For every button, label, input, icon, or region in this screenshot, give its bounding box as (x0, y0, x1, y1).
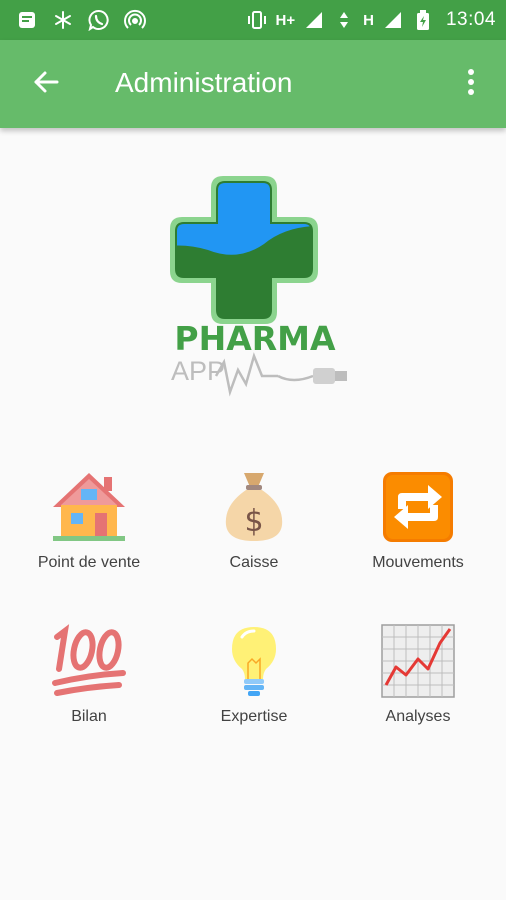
bilan-label: Bilan (71, 708, 107, 725)
light-bulb-icon (215, 622, 293, 700)
analyses-label: Analyses (385, 708, 451, 725)
snowflake-icon (52, 9, 74, 31)
point-de-vente-button[interactable]: Point de vente (5, 468, 173, 588)
logo-brand-text: PHARMA (174, 319, 336, 358)
message-icon (16, 9, 38, 31)
money-bag-icon: $ (215, 468, 293, 546)
more-vert-icon (467, 68, 475, 101)
mouvements-button[interactable]: Mouvements (334, 468, 502, 588)
battery-icon (412, 9, 434, 31)
app-bar: Administration (0, 40, 506, 128)
vibrate-icon (246, 9, 268, 31)
arrow-left-icon (32, 68, 60, 101)
expertise-button[interactable]: Expertise (170, 622, 338, 742)
overflow-menu-button[interactable] (454, 62, 488, 106)
clock: 13:04 (445, 9, 496, 30)
repeat-icon (379, 468, 457, 546)
signal-icon (303, 9, 325, 31)
signal-icon (382, 9, 404, 31)
page-title: Administration (115, 67, 293, 98)
network-type-1: H+ (275, 11, 296, 29)
hundred-points-icon (50, 622, 128, 700)
status-bar: H+ H 13:04 (0, 0, 506, 40)
whatsapp-icon (88, 9, 110, 31)
pharma-app-logo: PHARMA APP (168, 170, 358, 405)
analyses-button[interactable]: Analyses (334, 622, 502, 742)
caisse-button[interactable]: $ Caisse (170, 468, 338, 588)
network-type-2: H (363, 11, 374, 29)
house-icon (50, 468, 128, 546)
expertise-label: Expertise (220, 708, 288, 725)
hotspot-icon (124, 9, 146, 31)
chart-increasing-icon (379, 622, 457, 700)
point-de-vente-label: Point de vente (37, 554, 141, 571)
svg-text:$: $ (244, 504, 263, 539)
bilan-button[interactable]: Bilan (5, 622, 173, 742)
status-notifications (16, 9, 146, 31)
caisse-label: Caisse (229, 554, 279, 571)
mouvements-label: Mouvements (372, 554, 464, 571)
logo-sub-text: APP (171, 356, 225, 386)
data-arrows-icon (333, 9, 355, 31)
status-indicators: H+ H 13:04 (246, 9, 496, 31)
back-button[interactable] (24, 62, 68, 106)
